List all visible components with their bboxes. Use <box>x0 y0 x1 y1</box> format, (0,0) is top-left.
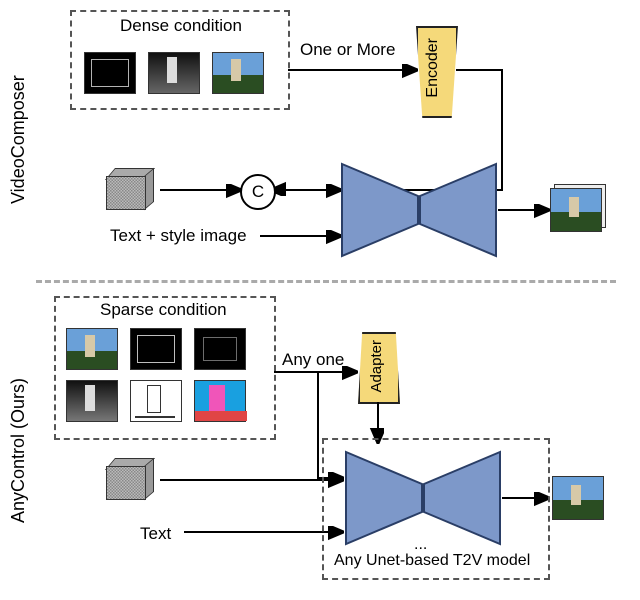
output-video-bottom <box>552 476 604 520</box>
any-unet-label: Any Unet-based T2V model <box>334 552 530 570</box>
ellipsis: ... <box>414 536 427 554</box>
unet-denoiser-bottom <box>344 450 502 546</box>
